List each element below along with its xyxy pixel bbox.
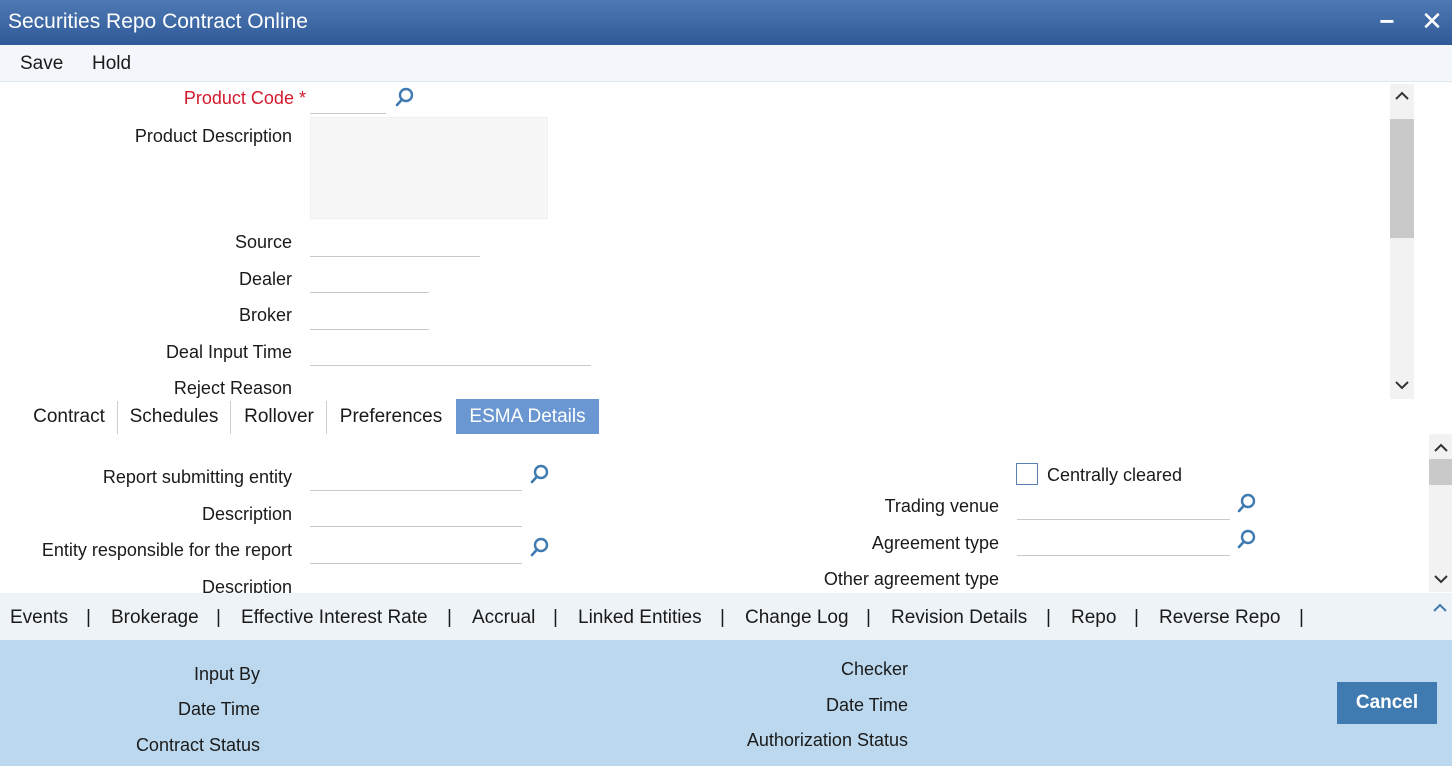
cancel-button[interactable]: Cancel [1337, 682, 1437, 724]
link-separator: | [1299, 607, 1304, 628]
chevron-up-icon[interactable] [1430, 438, 1452, 458]
link-separator: | [1134, 607, 1139, 628]
search-icon[interactable] [1237, 529, 1257, 551]
link-separator: | [216, 607, 221, 628]
minimize-icon[interactable]: − [1372, 6, 1402, 36]
dealer-field[interactable] [310, 265, 429, 293]
chevron-up-icon[interactable] [1429, 598, 1451, 618]
link-separator: | [720, 607, 725, 628]
authorization-status-label: Authorization Status [746, 730, 908, 750]
link-separator: | [1046, 607, 1051, 628]
save-button[interactable]: Save [20, 53, 63, 75]
deal-input-time-label: Deal Input Time [165, 342, 292, 362]
link-repo[interactable]: Repo [1071, 607, 1116, 629]
link-change-log[interactable]: Change Log [745, 607, 849, 629]
agreement-type-label: Agreement type [871, 533, 999, 553]
agreement-type-field[interactable] [1017, 528, 1230, 556]
audit-footer: Input By Date Time Contract Status Check… [0, 640, 1452, 766]
search-icon[interactable] [530, 464, 550, 486]
link-accrual[interactable]: Accrual [472, 607, 535, 629]
reject-reason-label: Reject Reason [173, 378, 292, 398]
menu-bar: Save Hold [0, 45, 1452, 82]
trading-venue-label: Trading venue [884, 496, 999, 516]
link-linked-entities[interactable]: Linked Entities [578, 607, 702, 629]
search-icon[interactable] [395, 87, 415, 109]
product-code-field[interactable] [310, 86, 386, 114]
link-separator: | [866, 607, 871, 628]
tab-contract[interactable]: Contract [20, 399, 118, 434]
other-agreement-type-label: Other agreement type [823, 569, 999, 589]
search-icon[interactable] [530, 537, 550, 559]
broker-label: Broker [238, 305, 292, 325]
entity-responsible-field[interactable] [310, 536, 522, 564]
chevron-down-icon[interactable] [1430, 569, 1452, 589]
centrally-cleared-label: Centrally cleared [1047, 465, 1183, 485]
window-title: Securities Repo Contract Online [8, 10, 308, 33]
source-field[interactable] [310, 229, 480, 257]
search-icon[interactable] [1237, 493, 1257, 515]
window-title-bar: Securities Repo Contract Online − ✕ [0, 0, 1452, 45]
date-time-label: Date Time [177, 699, 260, 719]
tab-rollover[interactable]: Rollover [231, 399, 327, 434]
link-reverse-repo[interactable]: Reverse Repo [1159, 607, 1280, 629]
link-separator: | [86, 607, 91, 628]
input-by-label: Input By [193, 664, 260, 684]
trading-venue-field[interactable] [1017, 492, 1230, 520]
entity-responsible-label: Entity responsible for the report [41, 540, 292, 560]
hold-button[interactable]: Hold [92, 53, 131, 75]
chevron-down-icon[interactable] [1391, 375, 1413, 395]
report-submitting-entity-label: Report submitting entity [102, 467, 292, 487]
link-separator: | [553, 607, 558, 628]
tab-preferences[interactable]: Preferences [327, 399, 455, 434]
link-effective-interest-rate[interactable]: Effective Interest Rate [241, 607, 428, 629]
link-events[interactable]: Events [10, 607, 68, 629]
esma-scrollbar-thumb[interactable] [1429, 459, 1452, 485]
source-label: Source [234, 232, 292, 252]
link-brokerage[interactable]: Brokerage [111, 607, 199, 629]
report-submitting-entity-field[interactable] [310, 463, 522, 491]
description-field[interactable] [310, 499, 522, 527]
link-separator: | [447, 607, 452, 628]
centrally-cleared-checkbox[interactable] [1016, 463, 1038, 485]
header-scrollbar-thumb[interactable] [1390, 119, 1414, 238]
product-code-label: Product Code * [183, 88, 306, 108]
description-label: Description [201, 504, 292, 524]
checker-label: Checker [840, 659, 908, 679]
deal-input-time-field[interactable] [310, 338, 591, 366]
close-icon[interactable]: ✕ [1417, 6, 1447, 36]
subsystem-links-bar: Events | Brokerage | Effective Interest … [0, 593, 1452, 640]
dealer-label: Dealer [238, 269, 292, 289]
tab-esma-details[interactable]: ESMA Details [456, 399, 599, 434]
product-description-label: Product Description [134, 126, 292, 146]
contract-status-label: Contract Status [135, 735, 260, 755]
link-revision-details[interactable]: Revision Details [891, 607, 1027, 629]
date-time-label: Date Time [825, 695, 908, 715]
chevron-up-icon[interactable] [1391, 86, 1413, 106]
tab-schedules[interactable]: Schedules [118, 399, 230, 434]
product-description-field[interactable] [310, 117, 548, 219]
broker-field[interactable] [310, 302, 429, 330]
